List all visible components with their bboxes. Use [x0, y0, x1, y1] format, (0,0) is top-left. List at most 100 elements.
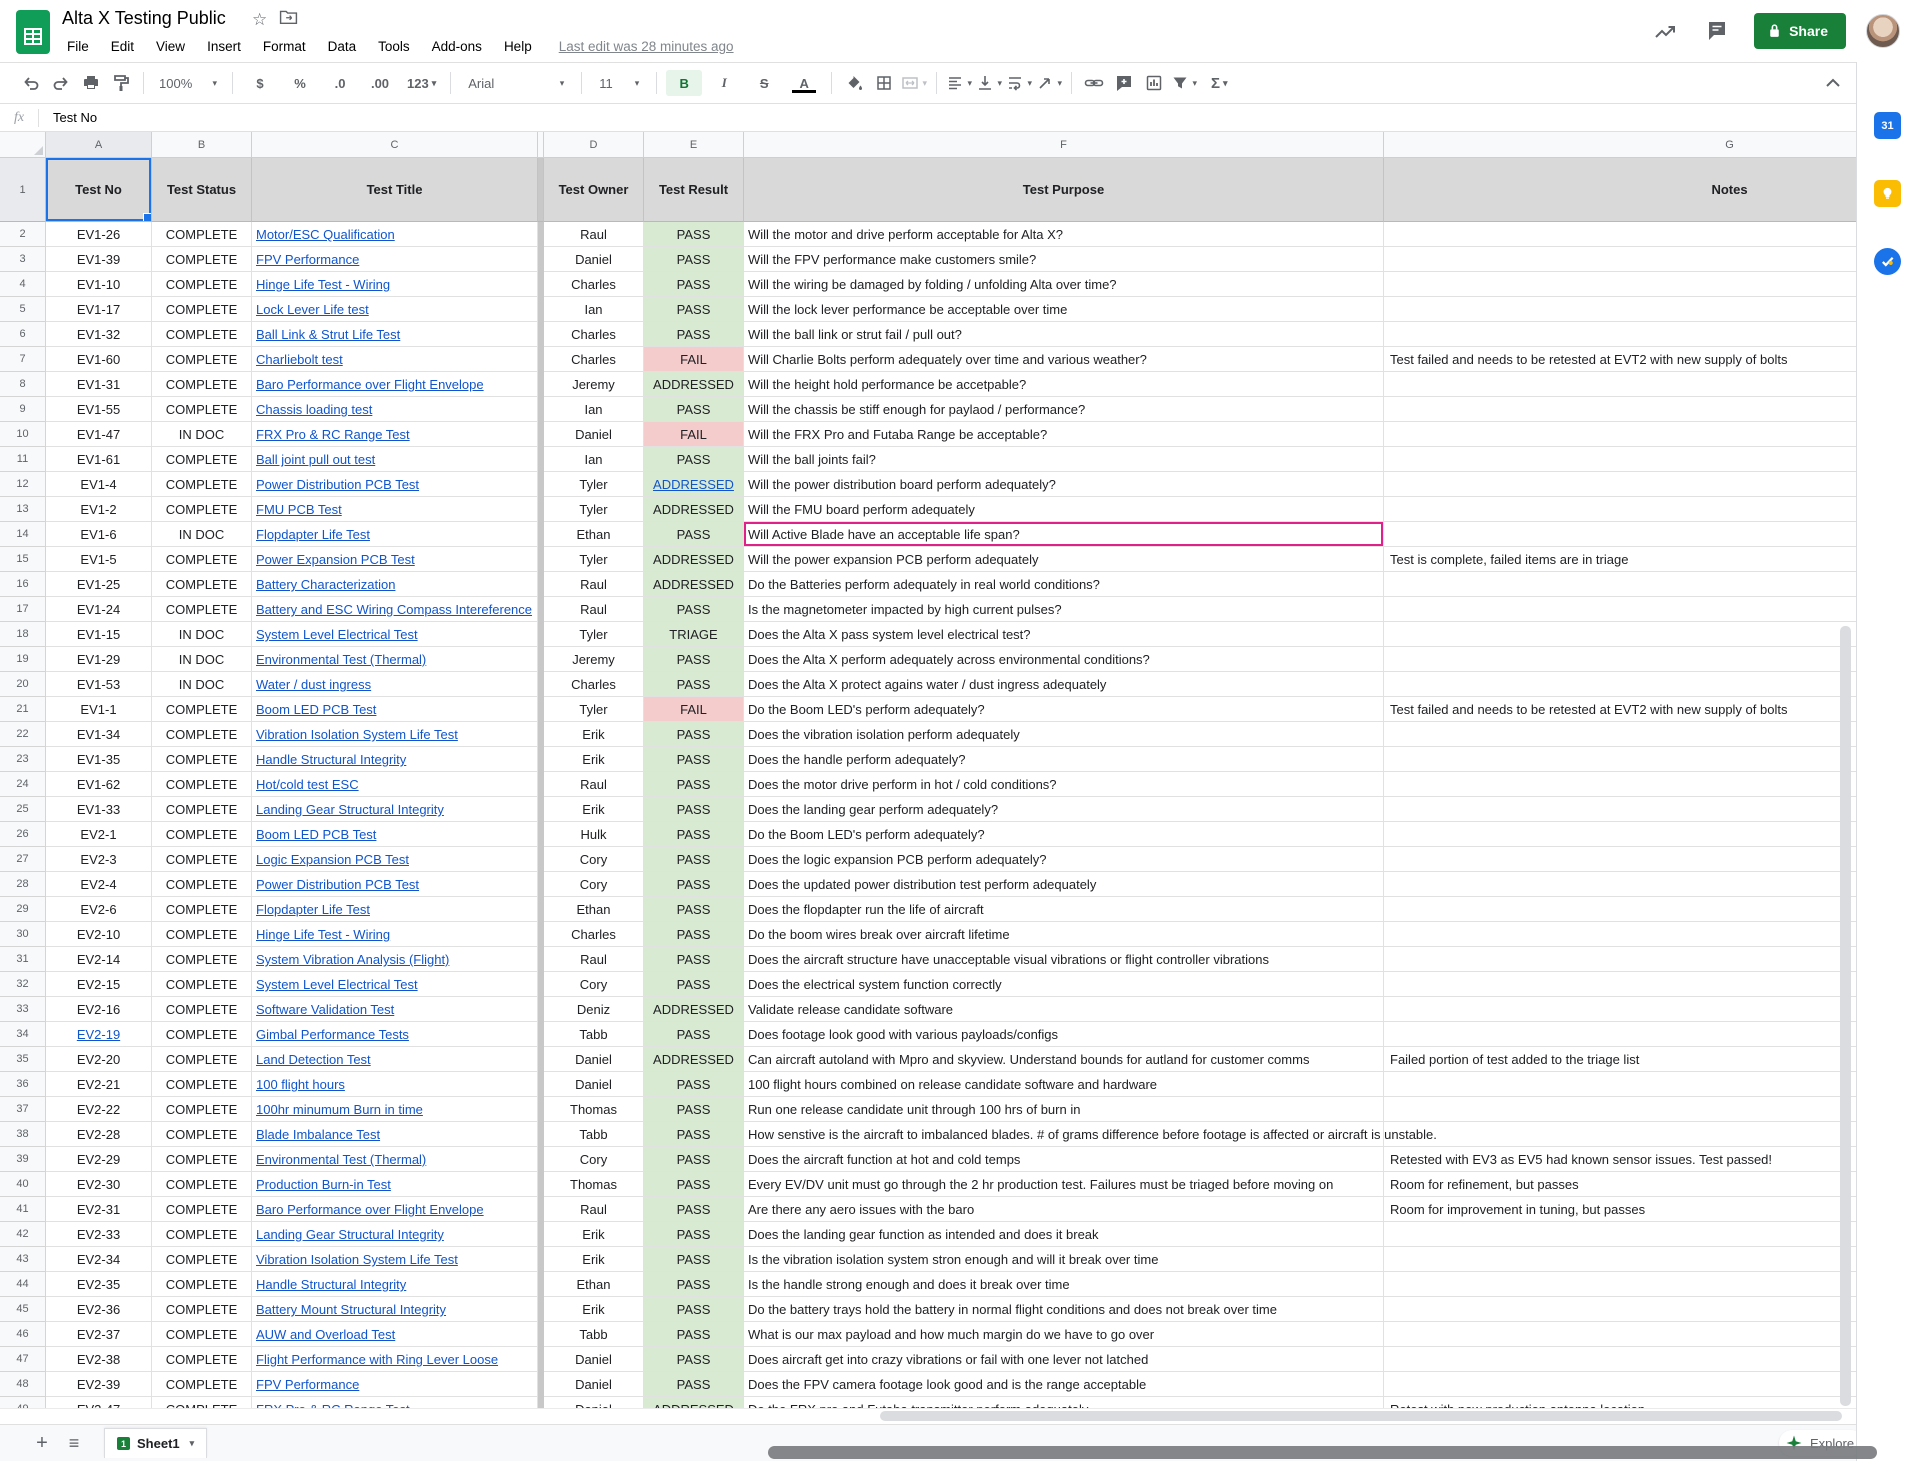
- cell-test-purpose[interactable]: Will the height hold performance be acce…: [744, 372, 1384, 397]
- paint-format-button[interactable]: [108, 70, 134, 96]
- cell-test-title[interactable]: Boom LED PCB Test: [252, 697, 538, 722]
- decrease-decimal-button[interactable]: .0: [322, 70, 358, 96]
- cell-test-no[interactable]: EV1-25: [46, 572, 152, 597]
- test-title-link[interactable]: 100hr minumum Burn in time: [256, 1102, 423, 1117]
- row-number[interactable]: 25: [0, 797, 46, 822]
- row-number[interactable]: 10: [0, 422, 46, 447]
- cell-test-status[interactable]: COMPLETE: [152, 1222, 252, 1247]
- menu-format[interactable]: Format: [254, 36, 315, 57]
- cell-test-result[interactable]: PASS: [644, 1347, 744, 1372]
- test-title-link[interactable]: FPV Performance: [256, 252, 359, 267]
- cell-test-owner[interactable]: Erik: [544, 722, 644, 747]
- cell-test-result[interactable]: ADDRESSED: [644, 1047, 744, 1072]
- cell-notes[interactable]: [1384, 1272, 1856, 1297]
- cell-test-title[interactable]: Flopdapter Life Test: [252, 522, 538, 547]
- row-number[interactable]: 16: [0, 572, 46, 597]
- cell-test-title[interactable]: Charliebolt test: [252, 347, 538, 372]
- cell-test-owner[interactable]: Ethan: [544, 522, 644, 547]
- header-cell-test-result[interactable]: Test Result: [644, 158, 744, 222]
- cell-test-title[interactable]: Environmental Test (Thermal): [252, 647, 538, 672]
- test-title-link[interactable]: Vibration Isolation System Life Test: [256, 727, 458, 742]
- row-number[interactable]: 22: [0, 722, 46, 747]
- cell-test-purpose[interactable]: Do the battery trays hold the battery in…: [744, 1297, 1384, 1322]
- cell-test-purpose[interactable]: Will the motor and drive perform accepta…: [744, 222, 1384, 247]
- cell-test-owner[interactable]: Thomas: [544, 1097, 644, 1122]
- cell-notes[interactable]: [1384, 1372, 1856, 1397]
- cell-test-purpose[interactable]: Does aircraft get into crazy vibrations …: [744, 1347, 1384, 1372]
- cell-test-status[interactable]: IN DOC: [152, 672, 252, 697]
- cell-test-owner[interactable]: Tyler: [544, 497, 644, 522]
- more-formats-button[interactable]: 123▾: [402, 70, 441, 96]
- cell-test-title[interactable]: Baro Performance over Flight Envelope: [252, 372, 538, 397]
- cell-test-status[interactable]: COMPLETE: [152, 897, 252, 922]
- cell-notes[interactable]: [1384, 497, 1856, 522]
- test-title-link[interactable]: Power Expansion PCB Test: [256, 552, 415, 567]
- test-title-link[interactable]: Flopdapter Life Test: [256, 902, 370, 917]
- cell-notes[interactable]: [1384, 722, 1856, 747]
- cell-test-title[interactable]: Lock Lever Life test: [252, 297, 538, 322]
- row-number[interactable]: 45: [0, 1297, 46, 1322]
- cell-notes[interactable]: Retested with EV3 as EV5 had known senso…: [1384, 1147, 1856, 1172]
- cell-notes[interactable]: Room for improvement in tuning, but pass…: [1384, 1197, 1856, 1222]
- cell-test-title[interactable]: Handle Structural Integrity: [252, 747, 538, 772]
- test-title-link[interactable]: Charliebolt test: [256, 352, 343, 367]
- fill-color-button[interactable]: [841, 70, 867, 96]
- row-number[interactable]: 43: [0, 1247, 46, 1272]
- cell-test-purpose[interactable]: Do the Boom LED's perform adequately?: [744, 697, 1384, 722]
- row-number[interactable]: 48: [0, 1372, 46, 1397]
- cell-notes[interactable]: [1384, 947, 1856, 972]
- cell-notes[interactable]: [1384, 297, 1856, 322]
- cell-test-purpose[interactable]: Run one release candidate unit through 1…: [744, 1097, 1384, 1122]
- cell-test-owner[interactable]: Tyler: [544, 697, 644, 722]
- test-title-link[interactable]: Landing Gear Structural Integrity: [256, 1227, 444, 1242]
- cell-notes[interactable]: [1384, 1222, 1856, 1247]
- cell-test-title[interactable]: Environmental Test (Thermal): [252, 1147, 538, 1172]
- test-title-link[interactable]: Environmental Test (Thermal): [256, 652, 426, 667]
- cell-test-title[interactable]: Ball joint pull out test: [252, 447, 538, 472]
- cell-test-owner[interactable]: Cory: [544, 1147, 644, 1172]
- comment-history-icon[interactable]: [1702, 16, 1732, 46]
- cell-test-owner[interactable]: Hulk: [544, 822, 644, 847]
- font-size-select[interactable]: 11▾: [591, 70, 647, 96]
- cell-test-no[interactable]: EV1-60: [46, 347, 152, 372]
- header-cell-test-status[interactable]: Test Status: [152, 158, 252, 222]
- cell-test-result[interactable]: PASS: [644, 672, 744, 697]
- cell-test-purpose[interactable]: Does the logic expansion PCB perform ade…: [744, 847, 1384, 872]
- cell-test-result[interactable]: PASS: [644, 1022, 744, 1047]
- cell-test-result[interactable]: PASS: [644, 597, 744, 622]
- cell-test-status[interactable]: COMPLETE: [152, 447, 252, 472]
- menu-view[interactable]: View: [147, 36, 194, 57]
- row-number[interactable]: 31: [0, 947, 46, 972]
- row-number[interactable]: 47: [0, 1347, 46, 1372]
- cell-test-result[interactable]: PASS: [644, 1147, 744, 1172]
- tasks-icon[interactable]: [1874, 248, 1901, 275]
- test-title-link[interactable]: Land Detection Test: [256, 1052, 371, 1067]
- cell-test-title[interactable]: FPV Performance: [252, 247, 538, 272]
- cell-test-owner[interactable]: Ian: [544, 397, 644, 422]
- font-select[interactable]: Arial▾: [460, 70, 572, 96]
- sheets-logo-icon[interactable]: [14, 8, 52, 56]
- row-number[interactable]: 26: [0, 822, 46, 847]
- cell-test-no[interactable]: EV1-10: [46, 272, 152, 297]
- cell-test-purpose[interactable]: Does the landing gear function as intend…: [744, 1222, 1384, 1247]
- test-title-link[interactable]: Battery Mount Structural Integrity: [256, 1302, 446, 1317]
- cell-notes[interactable]: [1384, 597, 1856, 622]
- row-number[interactable]: 37: [0, 1097, 46, 1122]
- row-number[interactable]: 7: [0, 347, 46, 372]
- cell-notes[interactable]: [1384, 822, 1856, 847]
- cell-test-owner[interactable]: Jeremy: [544, 372, 644, 397]
- cell-test-result[interactable]: PASS: [644, 322, 744, 347]
- cell-test-result[interactable]: PASS: [644, 1272, 744, 1297]
- cell-notes[interactable]: Test failed and needs to be retested at …: [1384, 347, 1856, 372]
- cell-test-result[interactable]: PASS: [644, 1297, 744, 1322]
- avatar[interactable]: [1866, 14, 1900, 48]
- functions-button[interactable]: Σ▾: [1201, 70, 1237, 96]
- row-number[interactable]: 3: [0, 247, 46, 272]
- cell-test-title[interactable]: Blade Imbalance Test: [252, 1122, 538, 1147]
- test-title-link[interactable]: Production Burn-in Test: [256, 1177, 391, 1192]
- cell-test-no[interactable]: EV1-39: [46, 247, 152, 272]
- insert-comment-button[interactable]: [1111, 70, 1137, 96]
- menu-help[interactable]: Help: [495, 36, 541, 57]
- cell-test-purpose[interactable]: Does the aircraft structure have unaccep…: [744, 947, 1384, 972]
- cell-test-status[interactable]: COMPLETE: [152, 697, 252, 722]
